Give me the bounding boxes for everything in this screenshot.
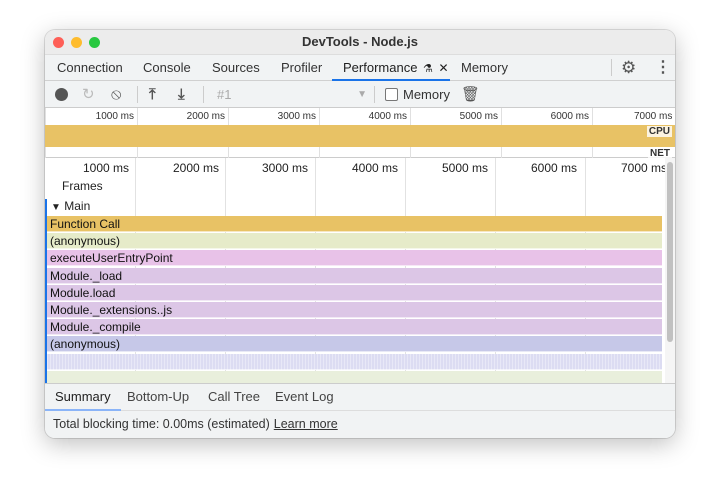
tab-performance-label: Performance — [343, 60, 418, 75]
flame-row[interactable] — [47, 353, 662, 370]
divider — [203, 86, 204, 103]
timeline-overview[interactable]: 1000 ms 2000 ms 3000 ms 4000 ms 5000 ms … — [45, 108, 675, 159]
tab-event-log[interactable]: Event Log — [275, 384, 334, 411]
chevron-down-icon: ▼ — [357, 89, 367, 100]
total-blocking-time: Total blocking time: 0.00ms (estimated) — [53, 417, 270, 431]
expand-triangle-icon: ▼ — [51, 202, 61, 213]
divider — [611, 59, 612, 76]
title-bar: DevTools - Node.js — [45, 30, 675, 54]
flame-row[interactable]: Module.load — [47, 284, 662, 301]
summary-status: Total blocking time: 0.00ms (estimated) L… — [45, 411, 675, 438]
garbage-collect-trash-icon[interactable]: 🗑 — [461, 86, 480, 103]
more-options-icon[interactable]: ⋮ — [655, 55, 671, 81]
flame-tick: 2000 ms — [173, 161, 220, 175]
flame-row[interactable]: (anonymous) — [47, 336, 662, 353]
load-profile-upload-icon[interactable]: ⤒ — [149, 86, 156, 103]
tab-memory[interactable]: Memory — [461, 55, 508, 81]
record-button[interactable] — [55, 88, 68, 101]
tab-call-tree[interactable]: Call Tree — [208, 384, 260, 411]
flame-row[interactable]: Function Call — [47, 216, 662, 232]
tab-performance[interactable]: Performance ⚗ ✕ — [332, 55, 450, 81]
close-tab-icon[interactable]: ✕ — [439, 61, 449, 75]
flame-tick: 3000 ms — [262, 161, 309, 175]
devtools-window: DevTools - Node.js Connection Console So… — [45, 30, 675, 438]
main-track-header[interactable]: ▼ Main — [51, 199, 90, 213]
settings-gear-icon[interactable]: ⚙ — [621, 55, 636, 81]
flame-row[interactable]: (anonymous) — [47, 233, 662, 250]
profile-select-value: #1 — [217, 87, 232, 102]
tab-sources[interactable]: Sources — [212, 55, 260, 81]
profile-select[interactable]: #1 ▼ — [217, 86, 367, 103]
flame-tick: 1000 ms — [83, 161, 130, 175]
flame-row[interactable]: executeUserEntryPoint — [47, 250, 662, 267]
tab-connection[interactable]: Connection — [57, 55, 123, 81]
panel-tabs: Connection Console Sources Profiler Perf… — [45, 54, 675, 81]
experiment-flask-icon: ⚗ — [423, 63, 433, 75]
tab-console[interactable]: Console — [143, 55, 191, 81]
minimize-window-button[interactable] — [71, 37, 82, 48]
flame-row[interactable]: Module._load — [47, 267, 662, 284]
learn-more-link[interactable]: Learn more — [274, 417, 338, 431]
tab-bottom-up[interactable]: Bottom-Up — [127, 384, 189, 411]
flame-tick: 7000 ms — [621, 161, 665, 175]
performance-toolbar: ↻ ⦸ ⤒ ⤓ #1 ▼ Memory 🗑 — [45, 81, 675, 108]
flame-row[interactable]: Module._compile — [47, 319, 662, 336]
memory-label: Memory — [403, 87, 450, 102]
flame-row[interactable] — [47, 370, 662, 383]
cpu-label: CPU — [646, 126, 672, 137]
flame-tick: 4000 ms — [352, 161, 399, 175]
flame-tick: 5000 ms — [442, 161, 489, 175]
flame-scrollbar[interactable] — [665, 158, 675, 383]
flame-chart[interactable]: 1000 ms 2000 ms 3000 ms 4000 ms 5000 ms … — [45, 158, 665, 383]
tab-profiler[interactable]: Profiler — [281, 55, 322, 81]
scrollbar-thumb[interactable] — [667, 162, 673, 342]
frames-track-label[interactable]: Frames — [62, 179, 103, 193]
save-profile-download-icon[interactable]: ⤓ — [178, 86, 185, 103]
flame-tick: 6000 ms — [531, 161, 578, 175]
divider — [374, 86, 375, 103]
cpu-activity-band — [45, 125, 675, 147]
clear-icon[interactable]: ⦸ — [111, 86, 121, 103]
close-window-button[interactable] — [53, 37, 64, 48]
tab-summary[interactable]: Summary — [45, 384, 121, 411]
details-tabs: Summary Bottom-Up Call Tree Event Log — [45, 383, 675, 411]
window-title: DevTools - Node.js — [301, 34, 419, 49]
divider — [137, 86, 138, 103]
reload-record-icon[interactable]: ↻ — [82, 86, 95, 103]
flame-row[interactable]: Module._extensions..js — [47, 302, 662, 318]
memory-checkbox[interactable] — [385, 88, 398, 101]
zoom-window-button[interactable] — [89, 37, 100, 48]
